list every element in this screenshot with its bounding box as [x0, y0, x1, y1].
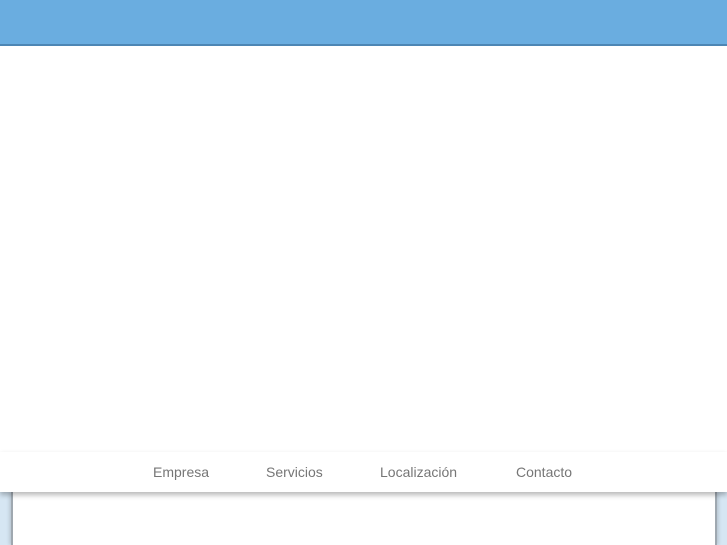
hero-area	[0, 46, 727, 446]
nav-link-localizacion[interactable]: Localización	[380, 464, 457, 480]
content-panel	[11, 492, 717, 545]
page: Empresa Servicios Localización Contacto	[0, 0, 727, 545]
nav-link-servicios[interactable]: Servicios	[266, 464, 323, 480]
nav-link-contacto[interactable]: Contacto	[516, 464, 572, 480]
content-frame	[0, 492, 727, 545]
header-bar	[0, 0, 727, 46]
nav-link-empresa[interactable]: Empresa	[153, 464, 209, 480]
main-navigation: Empresa Servicios Localización Contacto	[0, 452, 727, 492]
